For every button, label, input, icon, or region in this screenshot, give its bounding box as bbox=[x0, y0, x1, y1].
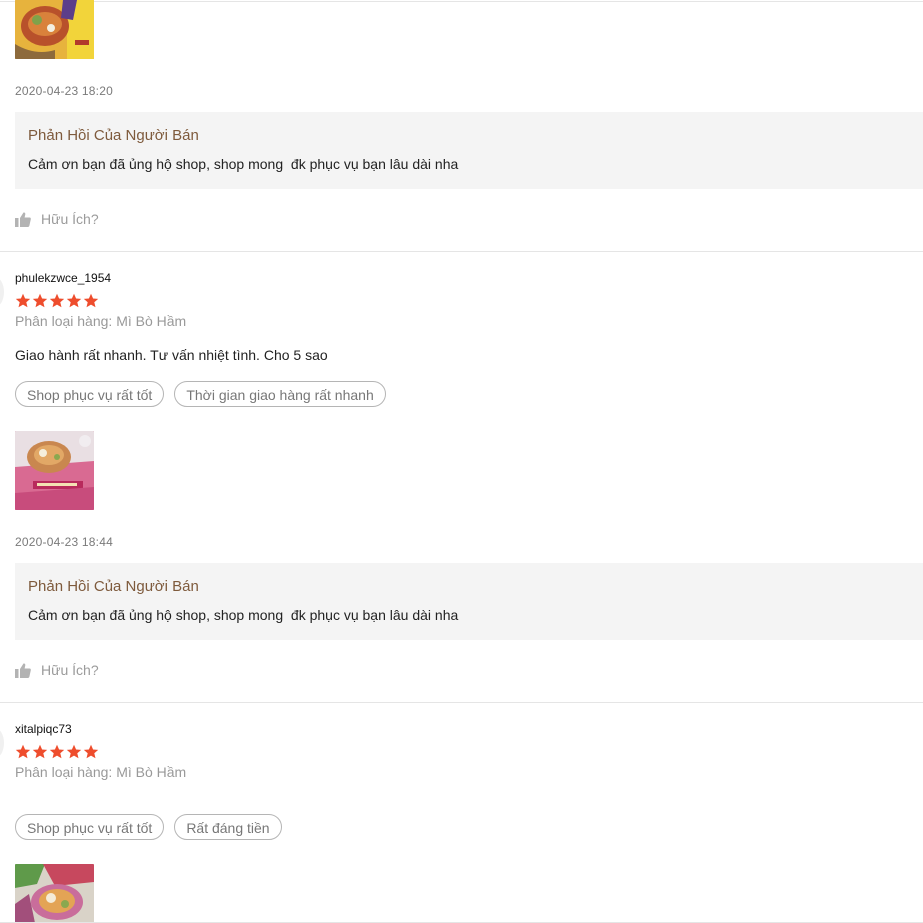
star-icon bbox=[32, 293, 48, 308]
star-icon bbox=[15, 744, 31, 759]
product-variant: Phân loại hàng: Mì Bò Hầm bbox=[15, 764, 187, 780]
seller-reply-title: Phản Hồi Của Người Bán bbox=[28, 127, 199, 144]
review-timestamp: 2020-04-23 18:44 bbox=[15, 535, 113, 549]
review-tag: Thời gian giao hàng rất nhanh bbox=[174, 381, 386, 407]
product-variant: Phân loại hàng: Mì Bò Hầm bbox=[15, 313, 187, 329]
review-tag: Shop phục vụ rất tốt bbox=[15, 381, 165, 407]
thumbs-up-icon bbox=[15, 662, 31, 678]
review-photo-thumbnail[interactable] bbox=[15, 864, 94, 923]
star-icon bbox=[66, 293, 82, 308]
review-photo-thumbnail[interactable] bbox=[15, 0, 94, 59]
helpful-button[interactable]: Hữu Ích? bbox=[15, 211, 99, 227]
review-tags: Shop phục vụ rất tốt Rất đáng tiền bbox=[15, 814, 292, 840]
star-icon bbox=[49, 293, 65, 308]
seller-reply: Phản Hồi Của Người Bán Cảm ơn bạn đã ủng… bbox=[15, 563, 923, 640]
reviewer-username: phulekzwce_1954 bbox=[15, 271, 112, 285]
review-photo-thumbnail[interactable] bbox=[15, 431, 94, 510]
review-timestamp: 2020-04-23 18:20 bbox=[15, 84, 113, 98]
star-icon bbox=[66, 744, 82, 759]
helpful-button[interactable]: Hữu Ích? bbox=[15, 662, 99, 678]
review-tag: Shop phục vụ rất tốt bbox=[15, 814, 165, 840]
seller-reply-text: Cảm ơn bạn đã ủng hộ shop, shop mong đk … bbox=[28, 156, 459, 172]
thumbs-up-icon bbox=[15, 211, 31, 227]
review-divider bbox=[0, 702, 923, 703]
seller-reply-text: Cảm ơn bạn đã ủng hộ shop, shop mong đk … bbox=[28, 607, 459, 623]
review-tag: Rất đáng tiền bbox=[174, 814, 282, 840]
review-comment: Giao hành rất nhanh. Tư vấn nhiệt tình. … bbox=[15, 347, 328, 363]
helpful-label: Hữu Ích? bbox=[41, 662, 99, 678]
review-divider bbox=[0, 1, 923, 2]
star-icon bbox=[32, 744, 48, 759]
review-tags: Shop phục vụ rất tốt Thời gian giao hàng… bbox=[15, 381, 396, 407]
star-rating bbox=[15, 293, 100, 309]
star-rating bbox=[15, 744, 100, 760]
seller-reply: Phản Hồi Của Người Bán Cảm ơn bạn đã ủng… bbox=[15, 112, 923, 189]
star-icon bbox=[83, 293, 99, 308]
star-icon bbox=[49, 744, 65, 759]
avatar[interactable] bbox=[0, 728, 4, 758]
reviewer-username: xitalpiqc73 bbox=[15, 722, 72, 736]
review-divider bbox=[0, 251, 923, 252]
star-icon bbox=[83, 744, 99, 759]
review-list: 2020-04-23 18:20 Phản Hồi Của Người Bán … bbox=[0, 0, 923, 923]
seller-reply-title: Phản Hồi Của Người Bán bbox=[28, 578, 199, 595]
avatar[interactable] bbox=[0, 277, 4, 307]
helpful-label: Hữu Ích? bbox=[41, 211, 99, 227]
star-icon bbox=[15, 293, 31, 308]
